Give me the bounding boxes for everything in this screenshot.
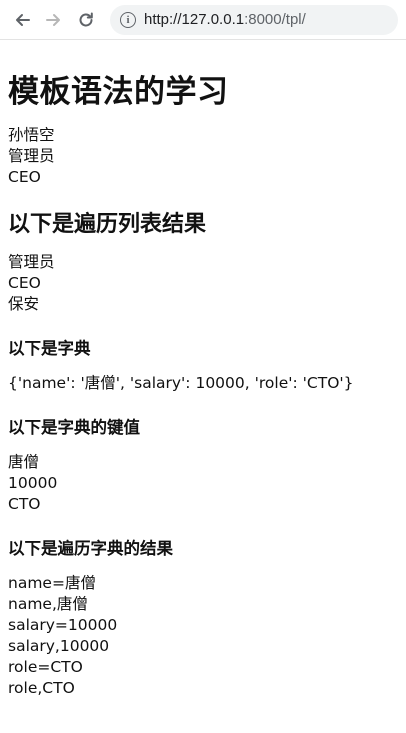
dict-loop-line: name=唐僧 — [8, 574, 96, 592]
browser-toolbar: i http://127.0.0.1:8000/tpl/ — [0, 0, 406, 40]
list-heading: 以下是遍历列表结果 — [8, 212, 207, 237]
url-host: http://127.0.0.1 — [144, 11, 245, 28]
forward-button[interactable] — [40, 6, 68, 34]
intro-list: 孙悟空 管理员 CEO — [8, 125, 398, 188]
dict-value: CTO — [8, 495, 41, 513]
url-path: :8000/tpl/ — [244, 11, 306, 28]
intro-line: CEO — [8, 168, 41, 186]
dict-values-heading: 以下是字典的键值 — [8, 418, 140, 437]
dict-loop-line: role,CTO — [8, 679, 75, 697]
dict-loop-results: name=唐僧 name,唐僧 salary=10000 salary,1000… — [8, 573, 398, 699]
arrow-right-icon — [46, 13, 60, 26]
dict-loop-line: name,唐僧 — [8, 595, 88, 613]
dict-value: 唐僧 — [8, 453, 40, 471]
list-item: 保安 — [8, 295, 40, 313]
info-icon[interactable]: i — [120, 11, 136, 28]
intro-line: 管理员 — [8, 147, 55, 165]
back-button[interactable] — [8, 6, 36, 34]
dict-loop-line: salary=10000 — [8, 616, 118, 634]
dict-loop-heading: 以下是遍历字典的结果 — [8, 539, 173, 558]
arrow-left-icon — [16, 13, 30, 26]
dict-values: 唐僧 10000 CTO — [8, 452, 398, 515]
list-results: 管理员 CEO 保安 — [8, 252, 398, 315]
list-item: CEO — [8, 274, 41, 292]
intro-line: 孙悟空 — [8, 126, 55, 144]
reload-button[interactable] — [72, 6, 100, 34]
page-content: 模板语法的学习 孙悟空 管理员 CEO 以下是遍历列表结果 管理员 CEO 保安… — [0, 66, 406, 699]
dict-repr: {'name': '唐僧', 'salary': 10000, 'role': … — [8, 374, 354, 392]
dict-heading: 以下是字典 — [8, 339, 91, 358]
list-item: 管理员 — [8, 253, 55, 271]
reload-icon — [79, 12, 93, 26]
address-bar[interactable]: i http://127.0.0.1:8000/tpl/ — [110, 4, 398, 35]
page-title: 模板语法的学习 — [8, 74, 229, 110]
dict-value: 10000 — [8, 474, 58, 492]
dict-loop-line: role=CTO — [8, 658, 83, 676]
dict-loop-line: salary,10000 — [8, 637, 110, 655]
